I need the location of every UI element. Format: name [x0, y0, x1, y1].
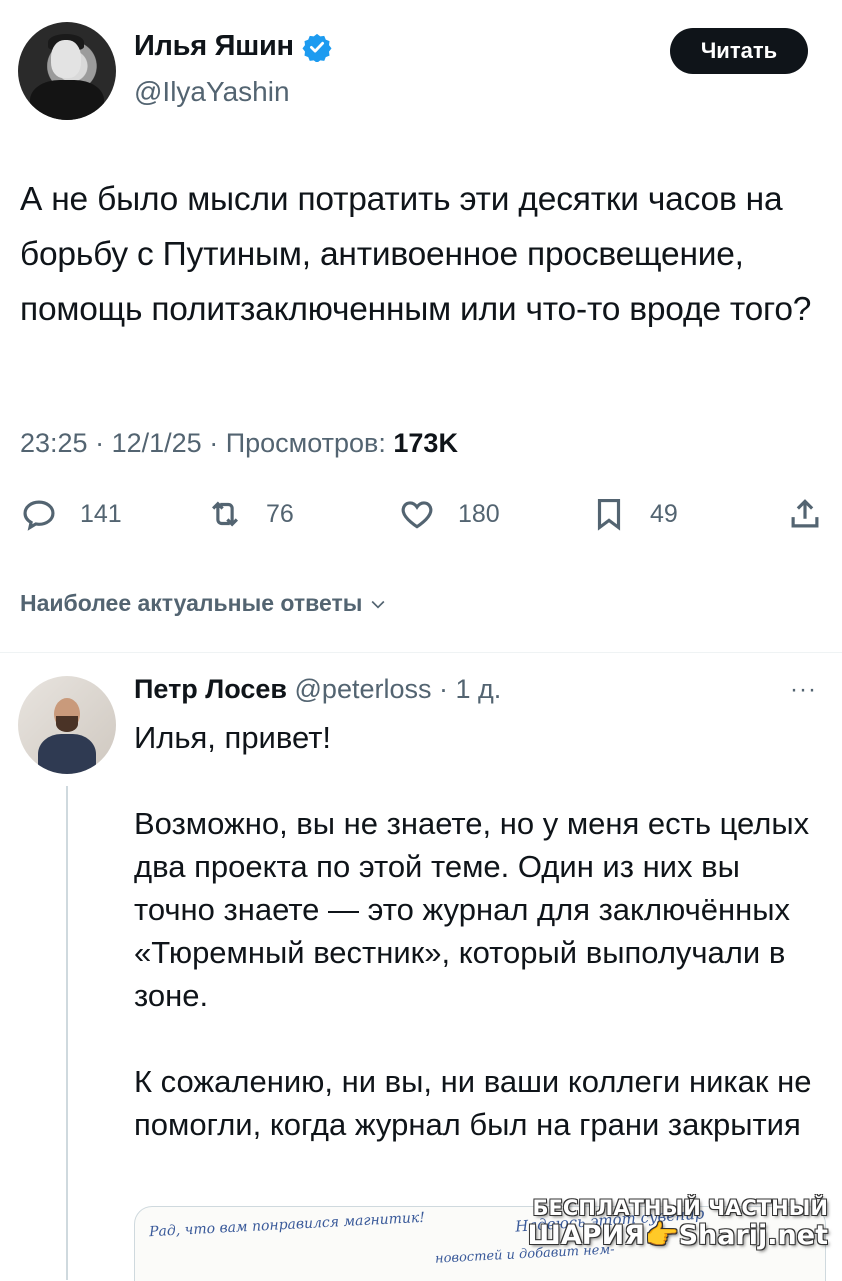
- watermark-line-2: ШАРИЯ👉Sharij.net: [527, 1220, 828, 1251]
- tweet-date[interactable]: 12/1/25: [112, 428, 202, 458]
- watermark-line-1: БЕСПЛАТНЫЙ ЧАСТНЫЙ: [532, 1196, 828, 1220]
- author-avatar[interactable]: [18, 22, 116, 120]
- bookmark-icon: [597, 498, 621, 531]
- share-button[interactable]: [786, 495, 824, 533]
- action-bar: 141 76 180 49: [0, 495, 842, 543]
- tweet-time[interactable]: 23:25: [20, 428, 88, 458]
- bookmark-button[interactable]: 49: [590, 495, 678, 533]
- reply-age[interactable]: 1 д.: [456, 674, 502, 704]
- like-count: 180: [458, 499, 500, 528]
- reply-icon: [23, 500, 55, 531]
- author-name[interactable]: Илья Яшин: [134, 30, 294, 63]
- thread-line: [66, 786, 68, 1280]
- chevron-down-icon: [371, 600, 385, 609]
- reply-author-avatar[interactable]: [18, 676, 116, 774]
- follow-button[interactable]: Читать: [670, 28, 808, 74]
- reply-button[interactable]: 141: [20, 495, 122, 533]
- bookmark-count: 49: [650, 499, 678, 528]
- share-icon: [791, 499, 819, 528]
- reply-author-handle[interactable]: @peterloss: [295, 674, 432, 704]
- repost-button[interactable]: 76: [206, 495, 294, 533]
- author-handle[interactable]: @IlyaYashin: [134, 76, 290, 108]
- replies-sort-label: Наиболее актуальные ответы: [20, 590, 363, 616]
- views-label: Просмотров:: [225, 428, 386, 458]
- meta-separator: ·: [95, 428, 112, 458]
- handwriting-line: Рад, что вам понравился магнитик!: [148, 1209, 426, 1241]
- avatar-body: [30, 80, 104, 120]
- reply-author-name[interactable]: Петр Лосев: [134, 674, 287, 704]
- views-count: 173K: [393, 428, 458, 458]
- reply-count: 141: [80, 499, 122, 528]
- avatar-beard: [56, 716, 78, 732]
- reply-header: Петр Лосев @peterloss · 1 д.: [134, 674, 501, 705]
- watermark: БЕСПЛАТНЫЙ ЧАСТНЫЙ ШАРИЯ👉Sharij.net: [528, 1196, 828, 1252]
- repost-count: 76: [266, 499, 294, 528]
- tweet-meta: 23:25 · 12/1/25 · Просмотров: 173K: [20, 428, 458, 459]
- more-options-icon[interactable]: ···: [790, 676, 817, 704]
- author-name-row: Илья Яшин: [134, 30, 332, 63]
- repost-icon: [212, 501, 238, 527]
- meta-separator: ·: [439, 674, 456, 704]
- like-button[interactable]: 180: [398, 495, 500, 533]
- heart-icon: [401, 501, 433, 529]
- reply-text: Илья, привет! Возможно, вы не знаете, но…: [134, 720, 812, 1142]
- avatar-body: [38, 734, 96, 774]
- verified-badge-icon: [302, 33, 332, 62]
- tweet-text: А не было мысли потратить эти десятки ча…: [20, 181, 812, 328]
- meta-separator: ·: [209, 428, 226, 458]
- avatar-face: [51, 40, 81, 78]
- replies-sort-selector[interactable]: Наиболее актуальные ответы: [20, 590, 388, 617]
- section-divider: [0, 652, 842, 653]
